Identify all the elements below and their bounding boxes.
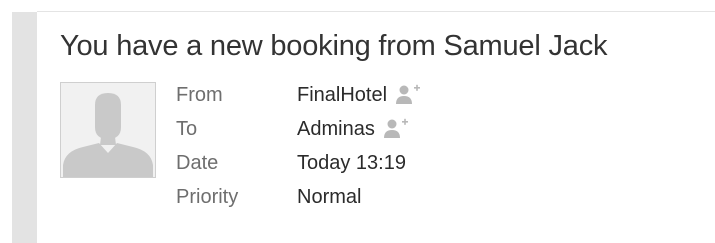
add-contact-icon[interactable] [395, 84, 421, 106]
left-sidebar-strip [12, 12, 37, 243]
user-silhouette-icon [61, 83, 155, 177]
message-subject: You have a new booking from Samuel Jack [60, 30, 608, 62]
priority-label: Priority [176, 185, 239, 208]
to-value[interactable]: Adminas [297, 118, 375, 141]
to-row: To Adminas [176, 112, 421, 146]
message-meta: From FinalHotel To Adminas Date Today 13… [176, 78, 421, 214]
from-row: From FinalHotel [176, 78, 421, 112]
to-label: To [176, 117, 198, 140]
date-value: Today 13:19 [297, 151, 406, 174]
from-label: From [176, 83, 223, 106]
date-label: Date [176, 151, 219, 174]
add-contact-icon[interactable] [383, 118, 409, 140]
priority-value: Normal [297, 185, 362, 208]
top-divider [37, 11, 715, 12]
sender-avatar [60, 82, 156, 178]
from-value[interactable]: FinalHotel [297, 84, 387, 107]
priority-row: Priority Normal [176, 180, 421, 214]
message-header: You have a new booking from Samuel Jack … [0, 0, 715, 243]
date-row: Date Today 13:19 [176, 146, 421, 180]
